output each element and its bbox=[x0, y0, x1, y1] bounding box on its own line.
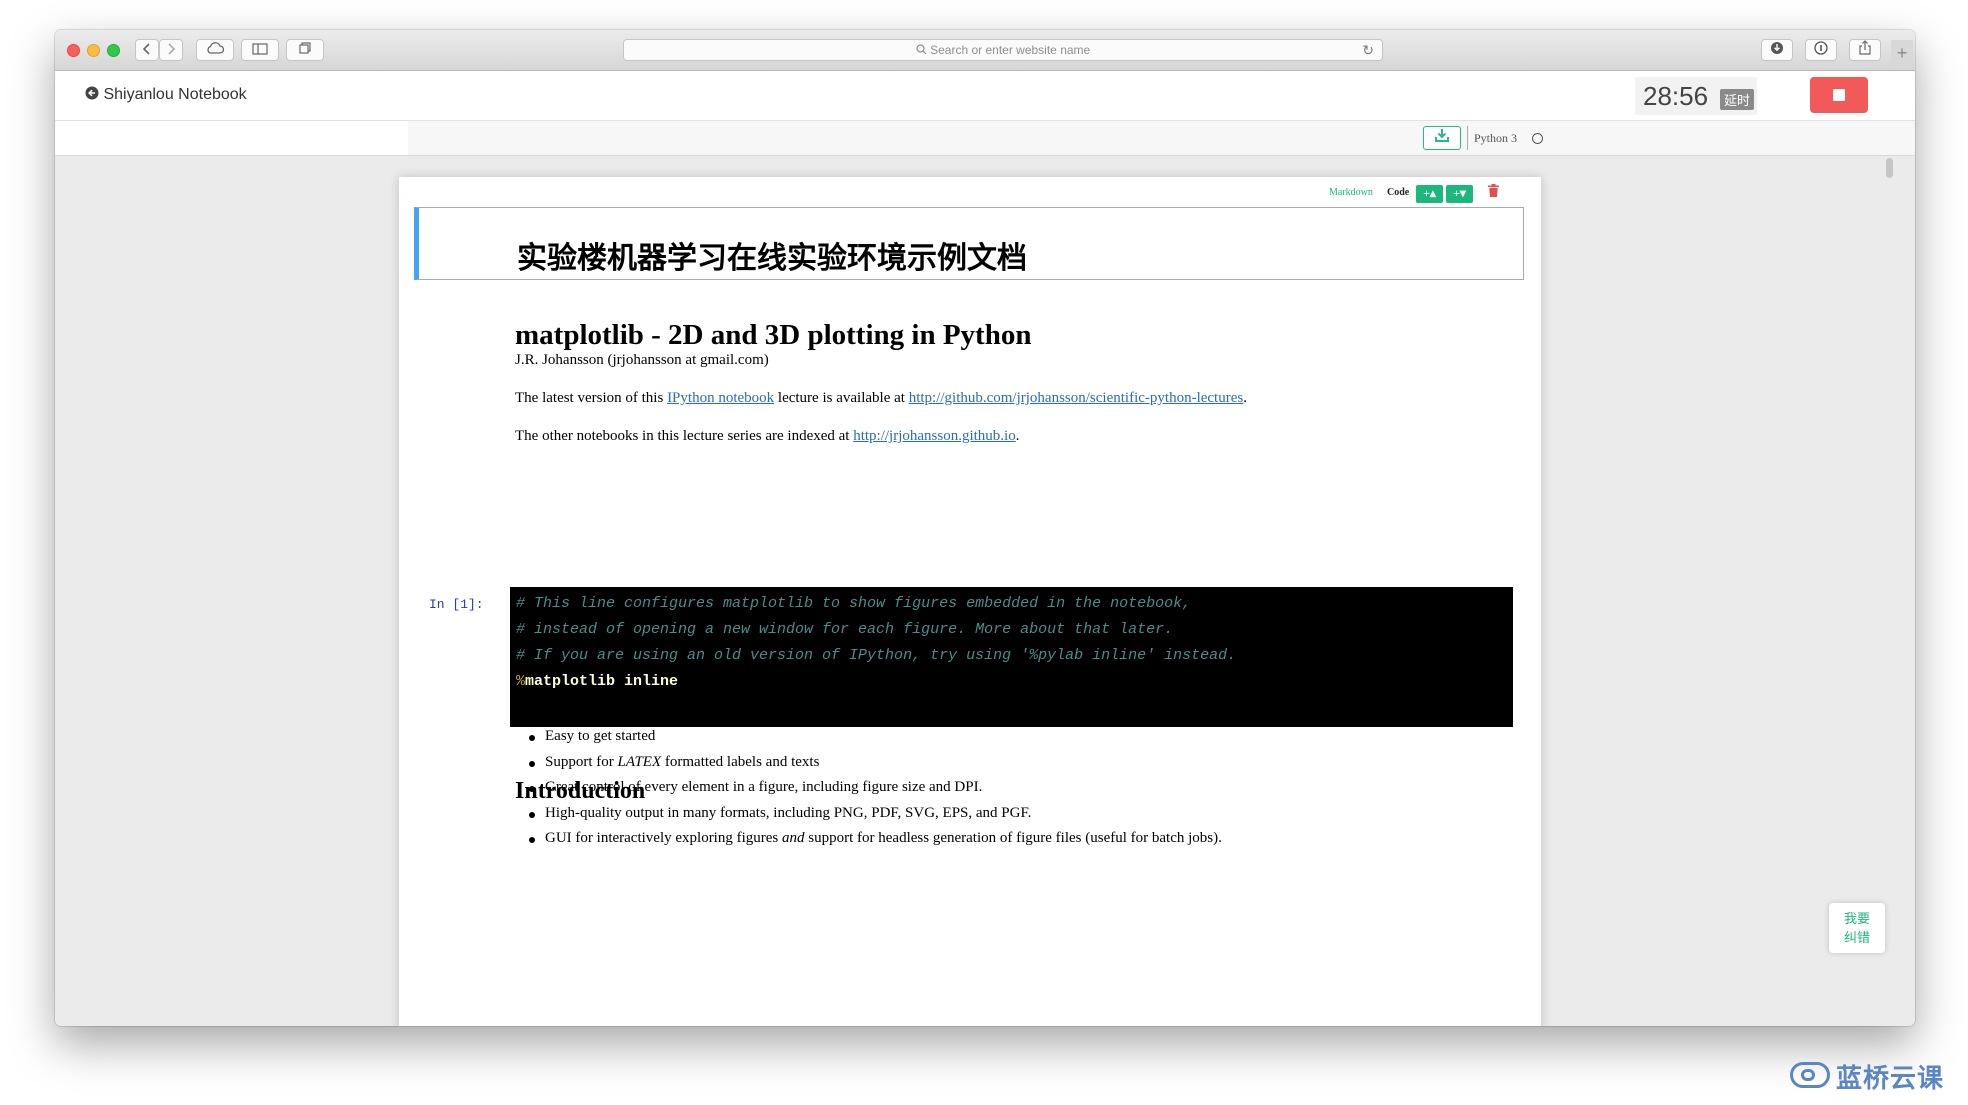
reader-info-button[interactable] bbox=[1805, 39, 1837, 61]
index-text-end: . bbox=[1015, 428, 1020, 444]
tabs-overview-icon bbox=[299, 42, 311, 54]
close-window-button[interactable] bbox=[67, 44, 80, 57]
tab-overview-button[interactable] bbox=[286, 39, 324, 61]
trash-icon bbox=[1488, 184, 1499, 197]
list-item: Support for LATEX formatted labels and t… bbox=[528, 754, 820, 771]
address-placeholder: Search or enter website name bbox=[930, 43, 1091, 57]
doc-title: 实验楼机器学习在线实验环境示例文档 bbox=[517, 241, 1027, 276]
report-error-button[interactable]: 我要 纠错 bbox=[1829, 903, 1885, 953]
code-line-1: # This line configures matplotlib to sho… bbox=[516, 595, 1192, 612]
page-scrollbar[interactable] bbox=[1886, 158, 1894, 1022]
version-text-pre: The latest version of this bbox=[515, 390, 668, 406]
cell-type-code[interactable]: Code bbox=[1387, 182, 1409, 204]
sidebar-icon bbox=[252, 43, 268, 55]
chevron-left-icon bbox=[142, 43, 150, 55]
list-item: Great control of every element in a figu… bbox=[528, 779, 983, 795]
report-error-line1: 我要 bbox=[1843, 911, 1870, 926]
download-icon bbox=[1435, 129, 1449, 142]
share-button[interactable] bbox=[1849, 39, 1881, 61]
selected-markdown-cell[interactable]: 实验楼机器学习在线实验环境示例文档 bbox=[414, 207, 1524, 280]
list-item: High-quality output in many formats, inc… bbox=[528, 805, 1032, 821]
github-lectures-link[interactable]: http://github.com/jrjohansson/scientific… bbox=[909, 390, 1244, 406]
kernel-name: Python 3 bbox=[1467, 126, 1517, 150]
extend-time-button[interactable]: 延时 bbox=[1720, 89, 1755, 110]
list-item-text: support for headless generation of figur… bbox=[804, 830, 1222, 846]
cloud-icon bbox=[207, 42, 225, 54]
sidebar-toggle-button[interactable] bbox=[241, 39, 279, 61]
stop-session-button[interactable] bbox=[1810, 77, 1868, 113]
share-icon bbox=[1859, 40, 1871, 55]
downloads-button[interactable] bbox=[1761, 39, 1793, 61]
session-timer: 28:56 延时 bbox=[1635, 77, 1757, 115]
circle-arrow-left-icon bbox=[85, 86, 99, 100]
download-icon bbox=[1771, 42, 1783, 54]
stop-icon bbox=[1833, 89, 1845, 101]
author-line: J.R. Johansson (jrjohansson at gmail.com… bbox=[515, 352, 769, 368]
lanqiao-logo-icon bbox=[1790, 1062, 1830, 1088]
back-nav-button[interactable] bbox=[135, 39, 159, 61]
list-item-text: Support for bbox=[545, 754, 618, 770]
cell-toolbar: Markdown Code +▴ +▾ bbox=[1321, 182, 1521, 204]
icloud-tabs-button[interactable] bbox=[196, 39, 234, 61]
zoom-window-button[interactable] bbox=[107, 44, 120, 57]
reload-icon[interactable]: ↻ bbox=[1362, 40, 1374, 60]
index-paragraph: The other notebooks in this lecture seri… bbox=[515, 428, 1019, 445]
chevron-right-icon bbox=[168, 43, 176, 55]
version-text-mid: lecture is available at bbox=[774, 390, 909, 406]
cell-type-markdown[interactable]: Markdown bbox=[1329, 182, 1373, 204]
toolbar-left-panel bbox=[55, 121, 408, 155]
version-text-end: . bbox=[1243, 390, 1247, 406]
list-item-text: formatted labels and texts bbox=[661, 754, 820, 770]
magic-prefix: % bbox=[516, 673, 526, 690]
index-text-pre: The other notebooks in this lecture seri… bbox=[515, 428, 854, 444]
info-icon bbox=[1814, 41, 1828, 55]
list-item-text: GUI for interactively exploring figures bbox=[545, 830, 783, 846]
index-link[interactable]: http://jrjohansson.github.io bbox=[853, 428, 1016, 444]
app-header: Shiyanlou Notebook 28:56 延时 bbox=[55, 71, 1915, 121]
save-download-button[interactable] bbox=[1423, 126, 1461, 150]
back-to-notebook-link[interactable]: Shiyanlou Notebook bbox=[85, 86, 247, 104]
input-prompt: In [1]: bbox=[429, 597, 484, 612]
forward-nav-button[interactable] bbox=[159, 39, 183, 61]
insert-cell-below-button[interactable]: +▾ bbox=[1446, 185, 1473, 203]
delete-cell-button[interactable] bbox=[1488, 184, 1499, 202]
notebook-page: Markdown Code +▴ +▾ 实验楼机器学习在线实验环境示例文档 ma… bbox=[399, 177, 1541, 1026]
new-tab-button[interactable]: + bbox=[1891, 40, 1913, 68]
timer-value: 28:56 bbox=[1643, 81, 1709, 111]
watermark-text: 蓝桥云课 bbox=[1836, 1063, 1945, 1093]
list-item-emphasis: and bbox=[782, 830, 805, 846]
code-line-2: # instead of opening a new window for ea… bbox=[516, 621, 1174, 638]
insert-cell-above-button[interactable]: +▴ bbox=[1416, 185, 1443, 203]
list-item: GUI for interactively exploring figures … bbox=[529, 830, 1222, 847]
intro-text: Matplotlib is an excellent 2D and 3D gra… bbox=[515, 690, 1354, 706]
browser-titlebar: Search or enter website name ↻ + bbox=[55, 30, 1915, 71]
address-bar[interactable]: Search or enter website name ↻ bbox=[623, 39, 1383, 61]
minimize-window-button[interactable] bbox=[87, 44, 100, 57]
kernel-status-indicator bbox=[1532, 133, 1543, 144]
notebook-heading: matplotlib - 2D and 3D plotting in Pytho… bbox=[515, 319, 1032, 351]
code-line-3: # If you are using an old version of IPy… bbox=[516, 647, 1237, 664]
scrollbar-thumb[interactable] bbox=[1886, 158, 1893, 178]
report-error-line2: 纠错 bbox=[1843, 930, 1870, 945]
ipython-notebook-link[interactable]: IPython notebook bbox=[667, 390, 774, 406]
latex-logo: LATEX bbox=[617, 754, 662, 770]
notebook-toolbar: Python 3 bbox=[55, 121, 1915, 156]
search-icon bbox=[916, 44, 927, 55]
magic-command: matplotlib inline bbox=[525, 673, 679, 690]
list-item: Easy to get started bbox=[528, 728, 656, 744]
version-paragraph: The latest version of this IPython noteb… bbox=[515, 390, 1247, 407]
code-line-4: %matplotlib inline bbox=[516, 673, 678, 690]
back-link-label: Shiyanlou Notebook bbox=[103, 86, 247, 103]
browser-window: Search or enter website name ↻ + Shiyanl… bbox=[55, 30, 1915, 1026]
